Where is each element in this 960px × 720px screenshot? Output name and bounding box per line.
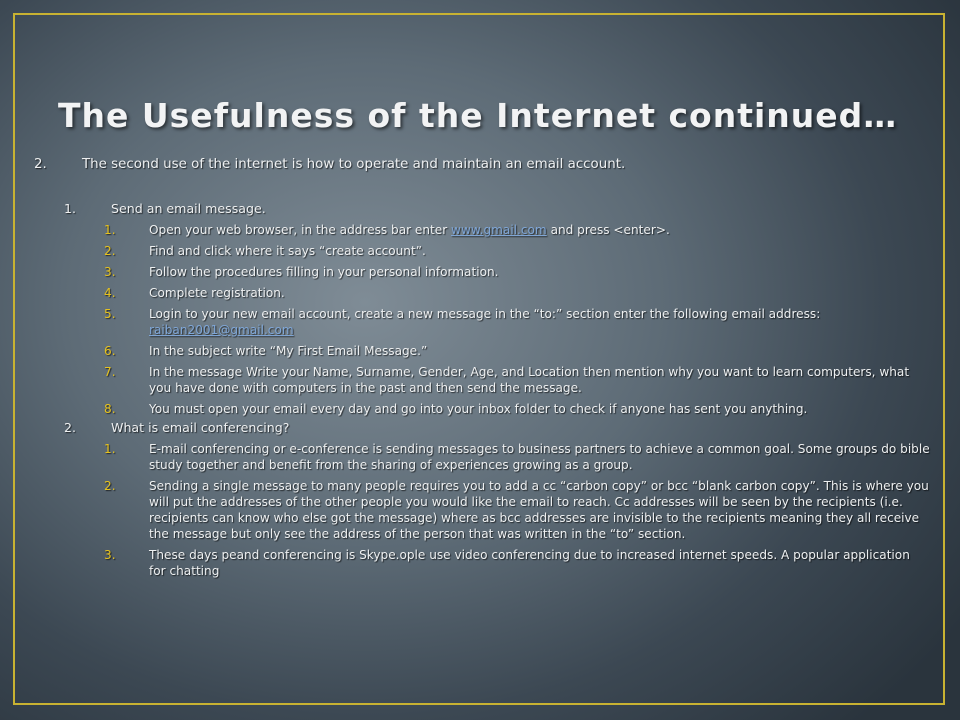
step-text: E-mail conferencing or e-conference is s… xyxy=(149,442,930,472)
step-number: 7. xyxy=(104,365,116,379)
step-number: 3. xyxy=(104,548,116,562)
main-list-item: 2. The second use of the internet is how… xyxy=(34,156,930,174)
step-text: In the message Write your Name, Surname,… xyxy=(149,365,910,395)
step-number: 5. xyxy=(104,307,116,321)
list-item: 2. Find and click where it says “create … xyxy=(104,243,930,259)
step-number: 2. xyxy=(104,244,116,258)
section-heading: What is email conferencing? xyxy=(111,420,290,435)
step-text: Sending a single message to many people … xyxy=(149,479,929,541)
step-number: 3. xyxy=(104,265,116,279)
list-item: 6. In the subject write “My First Email … xyxy=(104,343,930,359)
section-number: 2. xyxy=(64,420,77,435)
step-number: 4. xyxy=(104,286,116,300)
step-text: Follow the procedures filling in your pe… xyxy=(149,265,499,279)
email-address-link[interactable]: raiban2001@gmail.com xyxy=(149,322,930,338)
step-text-before: Open your web browser, in the address ba… xyxy=(149,223,452,237)
step-text: Open your web browser, in the address ba… xyxy=(149,222,930,238)
list-item: 5. Login to your new email account, crea… xyxy=(104,306,930,338)
list-item: 8. You must open your email every day an… xyxy=(104,401,930,417)
step-text: Find and click where it says “create acc… xyxy=(149,244,426,258)
list-item: 1. Open your web browser, in the address… xyxy=(104,222,930,238)
list-item: 3. Follow the procedures filling in your… xyxy=(104,264,930,280)
list-item: 2. Sending a single message to many peop… xyxy=(104,478,930,542)
section-heading: Send an email message. xyxy=(111,201,266,216)
slide-title: The Usefulness of the Internet continued… xyxy=(58,96,898,135)
step-number: 2. xyxy=(104,479,116,493)
step-text: In the subject write “My First Email Mes… xyxy=(149,344,428,358)
step-number: 6. xyxy=(104,344,116,358)
list-item: 1. E-mail conferencing or e-conference i… xyxy=(104,441,930,473)
step-text: These days peand conferencing is Skype.o… xyxy=(149,548,910,578)
gmail-link[interactable]: www.gmail.com xyxy=(451,223,547,237)
section-email-conferencing: 2. What is email conferencing? xyxy=(64,419,930,436)
step-text-main: Login to your new email account, create … xyxy=(149,307,821,321)
step-number: 8. xyxy=(104,402,116,416)
step-text: You must open your email every day and g… xyxy=(149,402,808,416)
step-text-after: and press <enter>. xyxy=(546,223,670,237)
step-number: 1. xyxy=(104,442,116,456)
step-text: Complete registration. xyxy=(149,286,285,300)
section-send-email: 1. Send an email message. xyxy=(64,200,930,217)
section-number: 1. xyxy=(64,201,77,216)
list-item: 7. In the message Write your Name, Surna… xyxy=(104,364,930,396)
step-text: Login to your new email account, create … xyxy=(149,306,930,338)
slide-content: 2. The second use of the internet is how… xyxy=(34,156,930,584)
main-item-text: The second use of the internet is how to… xyxy=(82,157,626,172)
list-item: 4. Complete registration. xyxy=(104,285,930,301)
list-item: 3. These days peand conferencing is Skyp… xyxy=(104,547,930,579)
main-item-number: 2. xyxy=(34,157,47,172)
step-number: 1. xyxy=(104,223,116,237)
